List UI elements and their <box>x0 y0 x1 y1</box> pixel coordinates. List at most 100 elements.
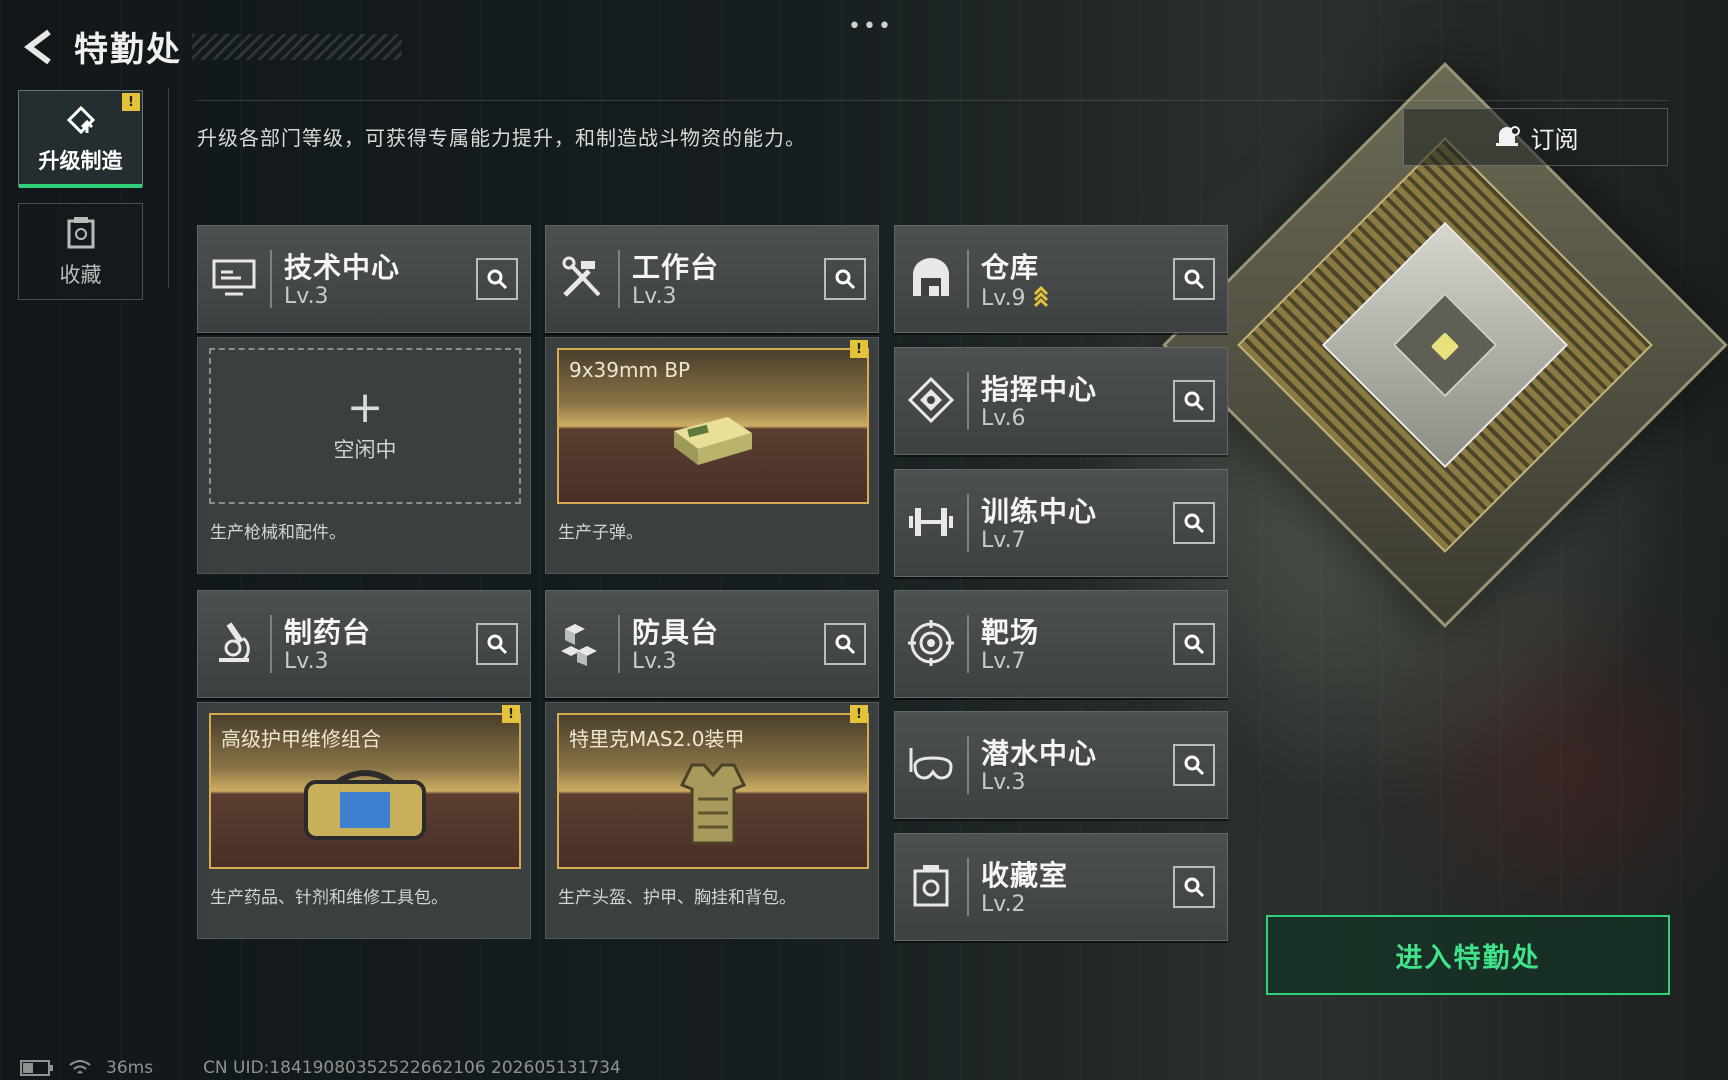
production-item-frame[interactable]: 高级护甲维修组合 <box>209 713 521 869</box>
facility-header-command-center[interactable]: 指挥中心 Lv.6 <box>894 347 1228 455</box>
sidebar-item-upgrade-craft[interactable]: 升级制造 ! <box>18 90 143 188</box>
search-button[interactable] <box>1173 258 1215 300</box>
more-options-dots[interactable]: ••• <box>848 14 893 39</box>
search-icon <box>1184 755 1205 776</box>
enter-special-ops-button[interactable]: 进入特勤处 <box>1266 915 1670 995</box>
divider <box>270 615 272 673</box>
idle-status: 空闲中 <box>333 438 397 462</box>
sidebar-item-collection[interactable]: 收藏 <box>18 203 143 300</box>
search-button[interactable] <box>824 258 866 300</box>
facility-name: 收藏室 <box>981 859 1069 892</box>
facility-name: 靶场 <box>981 616 1040 649</box>
production-slot-tech-center[interactable]: + 空闲中 生产枪械和配件。 <box>197 337 531 574</box>
divider <box>618 615 620 673</box>
facility-description: 生产枪械和配件。 <box>210 523 346 543</box>
sidebar-item-label: 收藏 <box>59 262 102 287</box>
facility-description: 生产药品、针剂和维修工具包。 <box>210 888 448 908</box>
blocks-icon <box>558 619 606 667</box>
facility-name: 训练中心 <box>981 495 1098 528</box>
facility-description: 生产头盔、护甲、胸挂和背包。 <box>558 888 796 908</box>
divider <box>967 736 969 794</box>
facility-name: 工作台 <box>632 251 720 284</box>
subscribe-button[interactable]: 订阅 <box>1403 108 1668 166</box>
production-item-name: 9x39mm BP <box>569 358 691 382</box>
search-button[interactable] <box>1173 744 1215 786</box>
facility-level: Lv.9 <box>981 284 1049 311</box>
collection-icon <box>67 216 94 248</box>
search-button[interactable] <box>1173 866 1215 908</box>
production-slot-armor-bench[interactable]: 特里克MAS2.0装甲 ! 生产头盔、护甲、胸挂和背包。 <box>545 702 879 939</box>
search-button[interactable] <box>1173 623 1215 665</box>
search-icon <box>487 634 508 655</box>
alert-badge: ! <box>122 93 140 111</box>
status-bar: 36ms CN UID:18419080352522662106 2026051… <box>20 1058 621 1078</box>
facility-header-tech-center[interactable]: 技术中心 Lv.3 <box>197 225 531 333</box>
alert-badge: ! <box>502 705 520 723</box>
page-description: 升级各部门等级，可获得专属能力提升，和制造战斗物资的能力。 <box>197 126 806 150</box>
production-item-frame[interactable]: 9x39mm BP <box>557 348 869 504</box>
facility-name: 潜水中心 <box>981 737 1098 770</box>
production-slot-pharmacy[interactable]: 高级护甲维修组合 ! 生产药品、针剂和维修工具包。 <box>197 702 531 939</box>
search-button[interactable] <box>1173 502 1215 544</box>
facility-header-warehouse[interactable]: 仓库 Lv.9 <box>894 225 1228 333</box>
search-icon <box>835 634 856 655</box>
search-button[interactable] <box>476 258 518 300</box>
divider <box>967 858 969 916</box>
armor-vest-image <box>678 759 748 853</box>
search-icon <box>1184 269 1205 290</box>
facility-name: 仓库 <box>981 251 1040 284</box>
monitor-icon <box>210 254 258 302</box>
search-button[interactable] <box>1173 380 1215 422</box>
collection-icon <box>907 862 955 910</box>
search-icon <box>1184 513 1205 534</box>
facility-name: 防具台 <box>632 616 720 649</box>
repair-kit-bag-image <box>300 764 430 848</box>
facility-header-collection-room[interactable]: 收藏室 Lv.2 <box>894 833 1228 941</box>
alert-badge: ! <box>850 705 868 723</box>
facility-name: 制药台 <box>284 616 372 649</box>
title-hatch-decoration <box>192 33 402 60</box>
facility-header-workbench[interactable]: 工作台 Lv.3 <box>545 225 879 333</box>
diving-mask-icon <box>907 740 955 788</box>
facility-name: 指挥中心 <box>981 373 1098 406</box>
back-arrow-icon <box>24 29 51 64</box>
hammer-wrench-icon <box>558 254 606 302</box>
facility-level: Lv.3 <box>981 770 1026 795</box>
facility-name: 技术中心 <box>284 251 401 284</box>
bell-icon <box>1495 126 1520 146</box>
facility-level: Lv.7 <box>981 649 1026 674</box>
search-icon <box>487 269 508 290</box>
divider <box>196 100 1668 101</box>
search-button[interactable] <box>476 623 518 665</box>
back-button[interactable] <box>20 27 60 67</box>
upgrade-chevron-icon <box>1033 285 1048 308</box>
facility-header-armor-bench[interactable]: 防具台 Lv.3 <box>545 590 879 698</box>
production-item-name: 高级护甲维修组合 <box>221 727 381 751</box>
target-icon <box>907 619 955 667</box>
facility-header-pharmacy[interactable]: 制药台 Lv.3 <box>197 590 531 698</box>
production-slot-workbench[interactable]: 9x39mm BP ! 生产子弹。 <box>545 337 879 574</box>
search-icon <box>1184 634 1205 655</box>
facility-header-training-center[interactable]: 训练中心 Lv.7 <box>894 469 1228 577</box>
top-bar: 特勤处 <box>20 22 402 71</box>
alert-badge: ! <box>850 340 868 358</box>
facility-header-shooting-range[interactable]: 靶场 Lv.7 <box>894 590 1228 698</box>
page-title: 特勤处 <box>74 30 182 70</box>
upgrade-icon <box>66 105 95 134</box>
facility-level: Lv.2 <box>981 892 1026 917</box>
search-button[interactable] <box>824 623 866 665</box>
idle-slot[interactable]: + 空闲中 <box>209 348 521 504</box>
battery-icon <box>20 1060 53 1076</box>
facility-level: Lv.3 <box>632 284 677 309</box>
user-uid: CN UID:18419080352522662106 202605131734 <box>203 1058 621 1078</box>
divider <box>168 88 169 288</box>
production-item-frame[interactable]: 特里克MAS2.0装甲 <box>557 713 869 869</box>
divider <box>967 372 969 430</box>
facility-level: Lv.3 <box>632 649 677 674</box>
divider <box>967 615 969 673</box>
facility-header-diving-center[interactable]: 潜水中心 Lv.3 <box>894 711 1228 819</box>
warehouse-icon <box>907 254 955 302</box>
plus-icon: + <box>346 382 384 433</box>
facility-level: Lv.7 <box>981 528 1026 553</box>
wifi-icon <box>69 1060 91 1074</box>
